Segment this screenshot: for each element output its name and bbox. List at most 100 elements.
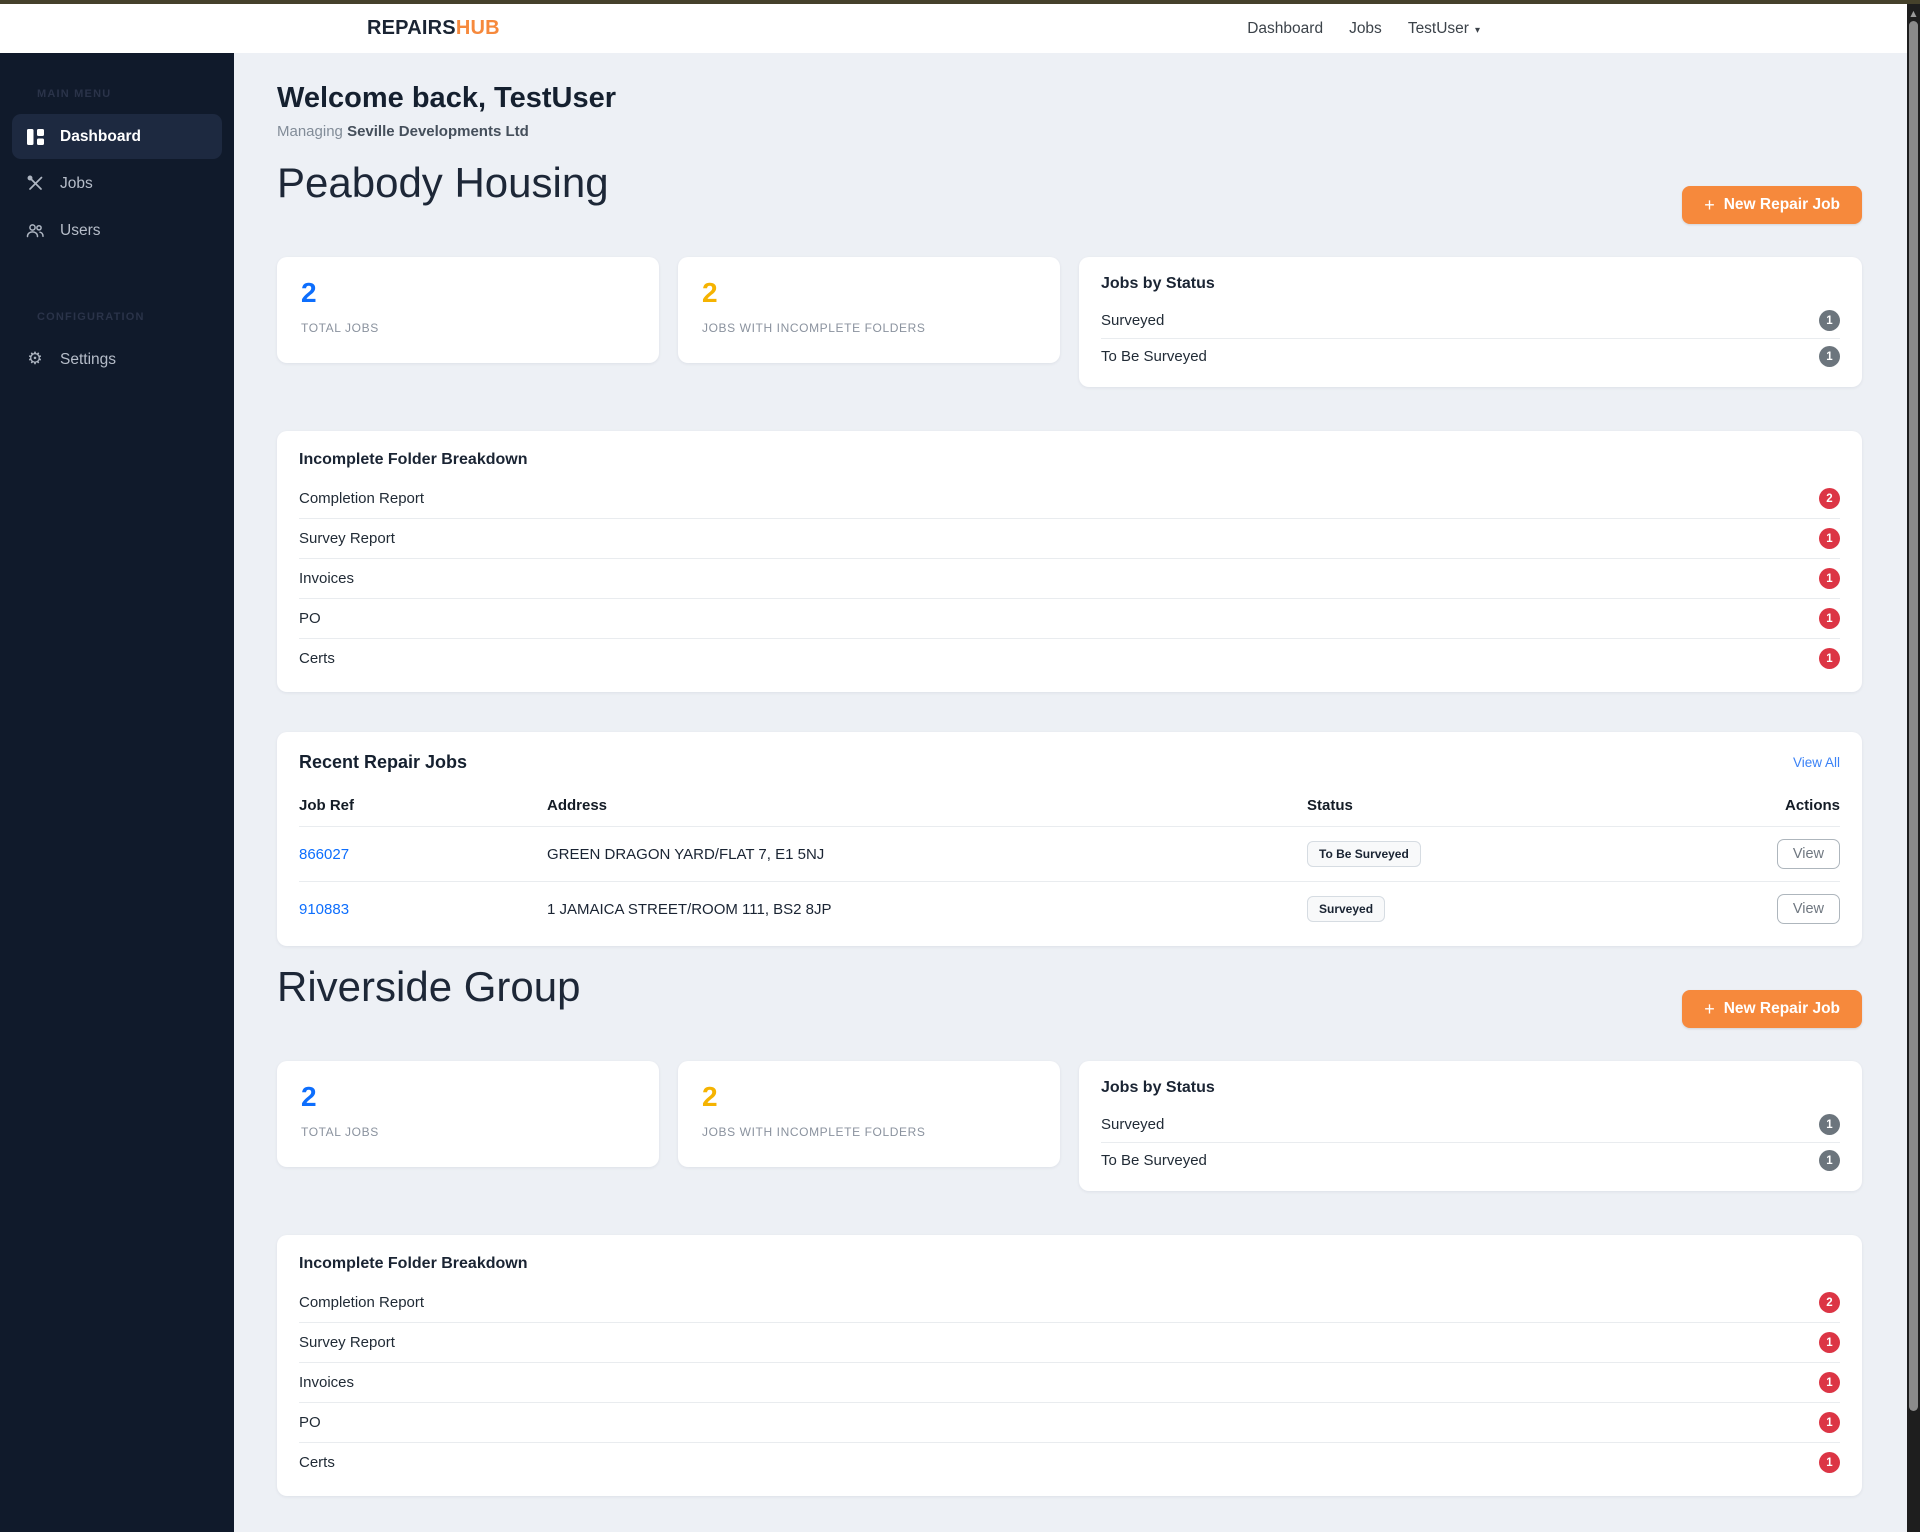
status-count-badge: 1 bbox=[1819, 1114, 1840, 1135]
column-header-actions: Actions bbox=[1730, 797, 1840, 814]
dashboard-icon bbox=[26, 129, 44, 145]
breakdown-rows: Completion Report 2 Survey Report 1 Invo… bbox=[299, 1283, 1840, 1482]
logo-part-repairs: REPAIRS bbox=[367, 17, 456, 40]
stat-value: 2 bbox=[301, 1081, 635, 1113]
users-icon bbox=[26, 223, 44, 238]
nav-link-dashboard[interactable]: Dashboard bbox=[1247, 20, 1323, 38]
breakdown-row-label: Completion Report bbox=[299, 1294, 424, 1311]
window-top-accent-bar bbox=[0, 0, 1920, 4]
breakdown-row: PO 1 bbox=[299, 598, 1840, 638]
stat-label: TOTAL JOBS bbox=[301, 1125, 635, 1139]
breakdown-row-label: Certs bbox=[299, 1454, 335, 1471]
stat-card: 2 JOBS WITH INCOMPLETE FOLDERS bbox=[678, 1061, 1060, 1167]
status-row-label: Surveyed bbox=[1101, 312, 1164, 329]
breakdown-row: PO 1 bbox=[299, 1402, 1840, 1442]
breakdown-row: Invoices 1 bbox=[299, 1362, 1840, 1402]
view-job-button[interactable]: View bbox=[1777, 839, 1840, 869]
sidebar-item-label: Jobs bbox=[60, 175, 93, 193]
browser-scrollbar[interactable]: ▲ bbox=[1907, 4, 1920, 1532]
status-row: Surveyed 1 bbox=[1101, 303, 1840, 338]
status-count-badge: 1 bbox=[1819, 310, 1840, 331]
sidebar-item-label: Users bbox=[60, 222, 100, 240]
breakdown-row: Invoices 1 bbox=[299, 558, 1840, 598]
stat-cards: 2 TOTAL JOBS 2 JOBS WITH INCOMPLETE FOLD… bbox=[277, 257, 1060, 363]
job-ref-link[interactable]: 910883 bbox=[299, 901, 349, 918]
status-count-badge: 1 bbox=[1819, 346, 1840, 367]
sidebar-item-label: Dashboard bbox=[60, 128, 141, 146]
sidebar-item-jobs[interactable]: Jobs bbox=[12, 161, 222, 206]
recent-repair-jobs-card: Recent Repair Jobs View All Job Ref Addr… bbox=[277, 732, 1862, 946]
breakdown-row-label: Survey Report bbox=[299, 1334, 395, 1351]
status-row-label: Surveyed bbox=[1101, 1116, 1164, 1133]
breakdown-row: Completion Report 2 bbox=[299, 479, 1840, 518]
stat-value: 2 bbox=[301, 277, 635, 309]
sidebar-section-main-menu: MAIN MENU bbox=[37, 88, 234, 100]
stat-label: JOBS WITH INCOMPLETE FOLDERS bbox=[702, 321, 1036, 335]
job-table-row: 866027 GREEN DRAGON YARD/FLAT 7, E1 5NJ … bbox=[299, 826, 1840, 881]
job-address: 1 JAMAICA STREET/ROOM 111, BS2 8JP bbox=[547, 901, 1307, 918]
sidebar: MAIN MENU Dashboard Jobs Users CONFIGURA… bbox=[0, 53, 234, 1532]
incomplete-folder-breakdown-card: Incomplete Folder Breakdown Completion R… bbox=[277, 1235, 1862, 1496]
sidebar-item-users[interactable]: Users bbox=[12, 208, 222, 253]
breakdown-row-label: Invoices bbox=[299, 570, 354, 587]
scrollbar-up-arrow-icon[interactable]: ▲ bbox=[1907, 9, 1920, 19]
breakdown-row: Survey Report 1 bbox=[299, 518, 1840, 558]
job-ref-link[interactable]: 866027 bbox=[299, 846, 349, 863]
main-content: Welcome back, TestUser Managing Seville … bbox=[234, 53, 1907, 1532]
stat-card: 2 TOTAL JOBS bbox=[277, 257, 659, 363]
view-job-button[interactable]: View bbox=[1777, 894, 1840, 924]
breakdown-count-badge: 1 bbox=[1819, 648, 1840, 669]
managing-company: Seville Developments Ltd bbox=[347, 123, 529, 140]
stats-row: 2 TOTAL JOBS 2 JOBS WITH INCOMPLETE FOLD… bbox=[277, 257, 1862, 387]
stat-cards: 2 TOTAL JOBS 2 JOBS WITH INCOMPLETE FOLD… bbox=[277, 1061, 1060, 1167]
sidebar-section-configuration: CONFIGURATION bbox=[37, 311, 234, 323]
breakdown-row-label: Certs bbox=[299, 650, 335, 667]
jobs-table-header-row: Job Ref Address Status Actions bbox=[299, 787, 1840, 826]
managing-subtitle: Managing Seville Developments Ltd bbox=[277, 122, 1862, 142]
client-section: Riverside Group + New Repair Job 2 TOTAL… bbox=[277, 962, 1862, 1532]
status-row: Surveyed 1 bbox=[1101, 1107, 1840, 1142]
app-logo[interactable]: REPAIRSHUB bbox=[367, 4, 500, 53]
sidebar-item-dashboard[interactable]: Dashboard bbox=[12, 114, 222, 159]
new-repair-job-button[interactable]: + New Repair Job bbox=[1682, 990, 1862, 1028]
sidebar-item-settings[interactable]: ⚙ Settings bbox=[12, 337, 222, 382]
chevron-down-icon: ▾ bbox=[1475, 25, 1480, 36]
breakdown-row-label: Invoices bbox=[299, 1374, 354, 1391]
breakdown-row: Survey Report 1 bbox=[299, 1322, 1840, 1362]
breakdown-count-badge: 1 bbox=[1819, 1332, 1840, 1353]
breakdown-row: Certs 1 bbox=[299, 1442, 1840, 1482]
new-repair-job-button[interactable]: + New Repair Job bbox=[1682, 186, 1862, 224]
job-address: GREEN DRAGON YARD/FLAT 7, E1 5NJ bbox=[547, 846, 1307, 863]
column-header-job-ref: Job Ref bbox=[299, 797, 547, 814]
recent-jobs-header: Recent Repair Jobs View All bbox=[299, 752, 1840, 773]
client-name-heading: Peabody Housing bbox=[277, 158, 1862, 208]
gear-icon: ⚙ bbox=[26, 351, 44, 368]
new-repair-job-label: New Repair Job bbox=[1724, 1000, 1840, 1018]
stats-row: 2 TOTAL JOBS 2 JOBS WITH INCOMPLETE FOLD… bbox=[277, 1061, 1862, 1191]
page-title: Welcome back, TestUser bbox=[277, 81, 1862, 116]
breakdown-row-label: Completion Report bbox=[299, 490, 424, 507]
column-header-status: Status bbox=[1307, 797, 1730, 814]
tools-icon bbox=[26, 175, 44, 192]
status-row: To Be Surveyed 1 bbox=[1101, 338, 1840, 374]
logo-part-hub: HUB bbox=[456, 17, 500, 40]
jobs-table-body: 866027 GREEN DRAGON YARD/FLAT 7, E1 5NJ … bbox=[299, 826, 1840, 936]
scrollbar-thumb[interactable] bbox=[1909, 21, 1918, 1411]
stat-card: 2 TOTAL JOBS bbox=[277, 1061, 659, 1167]
breakdown-row: Certs 1 bbox=[299, 638, 1840, 678]
breakdown-count-badge: 1 bbox=[1819, 568, 1840, 589]
top-navbar: REPAIRSHUB Dashboard Jobs TestUser▾ bbox=[0, 4, 1907, 53]
stat-value: 2 bbox=[702, 1081, 1036, 1113]
new-repair-job-label: New Repair Job bbox=[1724, 196, 1840, 214]
breakdown-row: Completion Report 2 bbox=[299, 1283, 1840, 1322]
user-menu-toggle[interactable]: TestUser▾ bbox=[1408, 20, 1480, 38]
breakdown-title: Incomplete Folder Breakdown bbox=[299, 1255, 1840, 1273]
nav-link-jobs[interactable]: Jobs bbox=[1349, 20, 1382, 38]
status-row-label: To Be Surveyed bbox=[1101, 1152, 1207, 1169]
breakdown-rows: Completion Report 2 Survey Report 1 Invo… bbox=[299, 479, 1840, 678]
breakdown-count-badge: 1 bbox=[1819, 1452, 1840, 1473]
navbar-links: Dashboard Jobs TestUser▾ bbox=[1247, 4, 1480, 53]
jobs-table: Job Ref Address Status Actions 866027 GR… bbox=[299, 787, 1840, 936]
incomplete-folder-breakdown-card: Incomplete Folder Breakdown Completion R… bbox=[277, 431, 1862, 692]
view-all-link[interactable]: View All bbox=[1793, 755, 1840, 770]
